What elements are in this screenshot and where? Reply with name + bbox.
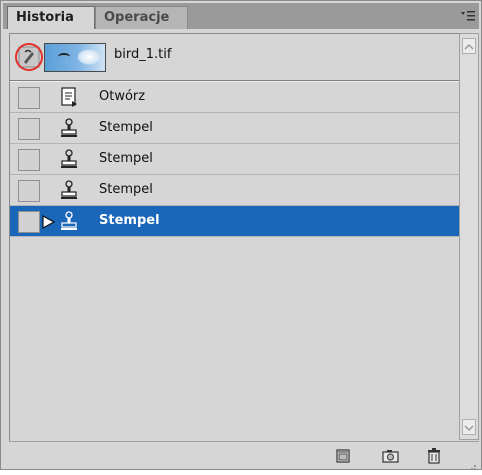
snapshot-name: bird_1.tif [114, 47, 172, 62]
tab-bar: Historia Operacje [3, 3, 479, 29]
source-checkbox[interactable] [18, 149, 40, 171]
panel-menu-icon[interactable] [461, 9, 475, 23]
history-state-label: Otwórz [99, 89, 146, 104]
tab-operacje[interactable]: Operacje [95, 6, 188, 29]
clone-stamp-icon [58, 148, 80, 170]
history-state-row[interactable]: Stempel [10, 144, 460, 175]
scroll-down-button[interactable] [462, 419, 476, 435]
source-checkbox[interactable] [18, 180, 40, 202]
history-state-row[interactable]: Otwórz [10, 82, 460, 113]
history-state-row[interactable]: Stempel [10, 113, 460, 144]
source-checkbox[interactable] [18, 118, 40, 140]
thumbnail-highlight [77, 49, 101, 65]
tab-historia[interactable]: Historia [7, 6, 95, 29]
panel-footer [9, 441, 479, 470]
bird-image [58, 53, 70, 61]
history-brush-icon[interactable] [14, 42, 44, 72]
new-snapshot-icon[interactable] [382, 448, 399, 464]
scroll-up-button[interactable] [462, 38, 476, 54]
snapshot-row[interactable]: bird_1.tif [10, 34, 460, 80]
history-state-slider-icon[interactable] [42, 214, 56, 230]
delete-state-icon[interactable] [427, 448, 443, 464]
history-state-label: Stempel [99, 213, 160, 228]
history-list[interactable]: bird_1.tif Otwórz Stempel Stempel Stempe… [9, 33, 460, 442]
open-document-icon [58, 86, 80, 108]
history-state-label: Stempel [99, 151, 153, 166]
clone-stamp-icon [58, 117, 80, 139]
history-panel: Historia Operacje bird_1.tif Otwórz Stem… [0, 0, 482, 470]
snapshot-thumbnail [44, 43, 106, 72]
source-checkbox[interactable] [18, 211, 40, 233]
source-checkbox[interactable] [18, 87, 40, 109]
history-state-row[interactable]: Stempel [10, 175, 460, 206]
clone-stamp-icon [58, 210, 80, 232]
clone-stamp-icon [58, 179, 80, 201]
vertical-scrollbar[interactable] [459, 33, 479, 440]
history-state-row-selected[interactable]: Stempel [10, 206, 460, 237]
new-document-from-state-icon[interactable] [335, 448, 351, 464]
history-state-label: Stempel [99, 182, 153, 197]
history-state-label: Stempel [99, 120, 153, 135]
resize-grip-icon[interactable] [467, 456, 477, 470]
